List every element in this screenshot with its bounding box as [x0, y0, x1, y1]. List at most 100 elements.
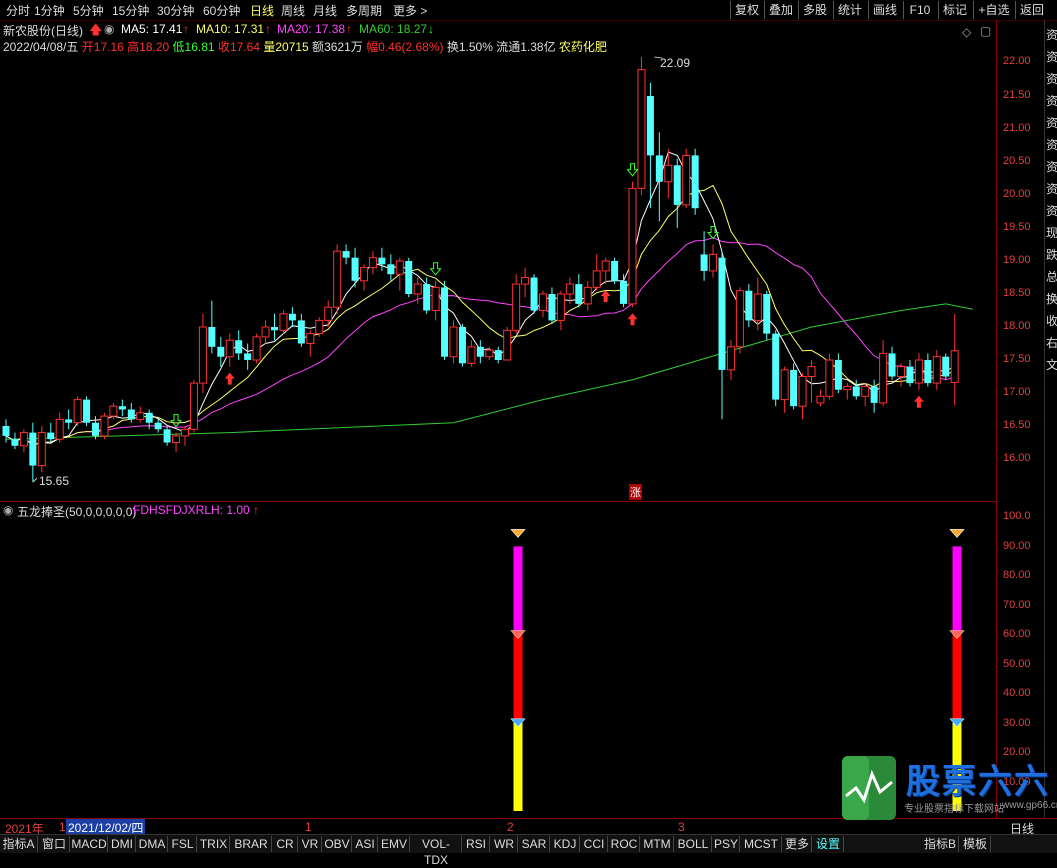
ohlc-info-line: 2022/04/08/五 开17.16 高18.20 低16.81 收17.64…	[3, 38, 607, 55]
dropdown-circle-icon[interactable]: ◉	[104, 22, 114, 36]
indicator-tab[interactable]: VR	[299, 836, 322, 852]
main-price-chart[interactable]: 新农股份(日线) 🡅 ◉ MA5: 17.41 ↑ MA10: 17.31 ↑ …	[0, 20, 996, 500]
sell-arrow-icon	[626, 163, 639, 177]
candle	[351, 247, 359, 288]
indicator-dropdown-icon[interactable]: ◉	[3, 503, 13, 517]
layout-square-icon[interactable]: ▢	[980, 24, 991, 38]
candle	[780, 366, 789, 413]
button-f10[interactable]: F10	[903, 1, 936, 19]
candle	[29, 422, 37, 483]
period-tab-daily[interactable]: 日线	[250, 2, 274, 19]
candle	[198, 313, 207, 393]
info-sector[interactable]: 农药化肥	[559, 40, 607, 54]
indicator-tab[interactable]: KDJ	[551, 836, 580, 852]
period-tab-fenshi[interactable]: 分时	[6, 2, 30, 19]
candle-body	[431, 286, 440, 311]
indicator-tab[interactable]: SAR	[519, 836, 550, 852]
button-diejia[interactable]: 叠加	[764, 1, 797, 19]
candle-body	[118, 406, 126, 410]
candle-body	[458, 327, 466, 364]
indicator-tab[interactable]: MCST	[741, 836, 782, 852]
indicator-tab[interactable]: VOL-TDX	[411, 836, 462, 867]
indicator-tab[interactable]: MTM	[641, 836, 674, 852]
period-tab-more[interactable]: 更多 >	[393, 2, 427, 19]
candle	[932, 350, 941, 390]
candle-body	[521, 277, 530, 285]
period-tab-60min[interactable]: 60分钟	[203, 2, 240, 19]
candle-body	[378, 257, 386, 265]
indicator-tab[interactable]: 窗口	[39, 836, 70, 852]
period-tab-15min[interactable]: 15分钟	[112, 2, 149, 19]
gem-icon	[510, 630, 526, 640]
candle-body	[664, 164, 673, 183]
button-add-watchlist[interactable]: +自选	[973, 1, 1014, 19]
indicator-tab[interactable]: ASI	[353, 836, 378, 852]
diamond-icon[interactable]: ◇	[962, 25, 971, 39]
button-tongji[interactable]: 统计	[833, 1, 866, 19]
info-vol: 20715	[275, 40, 309, 54]
buy-arrow-icon	[913, 395, 924, 408]
candle	[834, 353, 842, 393]
indicator-tab[interactable]: 指标A	[0, 836, 38, 852]
indicator-tab[interactable]: ROC	[609, 836, 640, 852]
candle-body	[405, 261, 413, 294]
price-tick: 17.00	[1003, 386, 1031, 398]
indicator-tab[interactable]: MACD	[71, 836, 108, 852]
indicator-tab[interactable]: CR	[273, 836, 298, 852]
indicator-tab[interactable]: RSI	[463, 836, 490, 852]
candle	[378, 247, 386, 271]
indicator-tab[interactable]: 设置	[813, 836, 844, 852]
candle	[19, 429, 28, 453]
button-duogu[interactable]: 多股	[798, 1, 831, 19]
indicator-tab[interactable]: BRAR	[231, 836, 272, 852]
period-tab-1min[interactable]: 1分钟	[34, 2, 65, 19]
indicator-tab[interactable]: OBV	[323, 836, 352, 852]
period-tab-5min[interactable]: 5分钟	[73, 2, 104, 19]
period-tab-30min[interactable]: 30分钟	[157, 2, 194, 19]
info-open: 17.16	[93, 40, 124, 54]
button-fuquan[interactable]: 复权	[730, 1, 763, 19]
button-back[interactable]: 返回	[1015, 1, 1048, 19]
tab-template[interactable]: 模板	[960, 836, 991, 852]
period-tab-weekly[interactable]: 周线	[281, 2, 305, 19]
candle-body	[798, 376, 807, 407]
indicator-tab[interactable]: BOLL	[675, 836, 712, 852]
candle	[47, 422, 55, 443]
indicator-tab[interactable]: CCI	[581, 836, 608, 852]
indicator-tab[interactable]: DMI	[109, 836, 136, 852]
candle-body	[467, 346, 476, 364]
zhang-badge: 涨	[629, 484, 642, 500]
candlestick-svg[interactable]	[0, 20, 996, 500]
candle	[163, 426, 171, 446]
candle	[512, 274, 521, 334]
indicator-tab[interactable]: 更多	[783, 836, 812, 852]
candle	[11, 432, 19, 450]
indicator-tab[interactable]: PSY	[713, 836, 740, 852]
candle-body	[583, 286, 592, 305]
info-chg-label: 幅	[366, 40, 379, 54]
ma60-label: MA60: 18.27	[359, 22, 428, 36]
candle	[745, 284, 753, 327]
candle-body	[324, 306, 333, 321]
indicator-tab[interactable]: TRIX	[198, 836, 230, 852]
indicator-tab[interactable]: WR	[491, 836, 518, 852]
candle-body	[360, 267, 368, 282]
indicator-tab[interactable]: EMV	[379, 836, 410, 852]
indicator-tab[interactable]: DMA	[137, 836, 168, 852]
side-label: 资	[1046, 94, 1057, 108]
candle-body	[198, 326, 207, 384]
period-tab-monthly[interactable]: 月线	[313, 2, 337, 19]
candle	[441, 280, 449, 360]
tab-indicator-b[interactable]: 指标B	[922, 836, 959, 852]
candle-body	[745, 290, 753, 321]
candle-body	[565, 283, 574, 295]
indicator-tab[interactable]: FSL	[169, 836, 197, 852]
period-tab-multi[interactable]: 多周期	[346, 2, 382, 19]
indicator-name[interactable]: 五龙捧圣(50,0,0,0,0,0)	[17, 503, 136, 520]
candle	[189, 379, 198, 433]
info-close: 17.64	[229, 40, 260, 54]
button-huaxian[interactable]: 画线	[868, 1, 901, 19]
side-info-rail: 资资资资资资资资资现跌总换收右文	[1044, 20, 1057, 818]
candle	[65, 409, 73, 430]
button-biaoji[interactable]: 标记	[938, 1, 971, 19]
